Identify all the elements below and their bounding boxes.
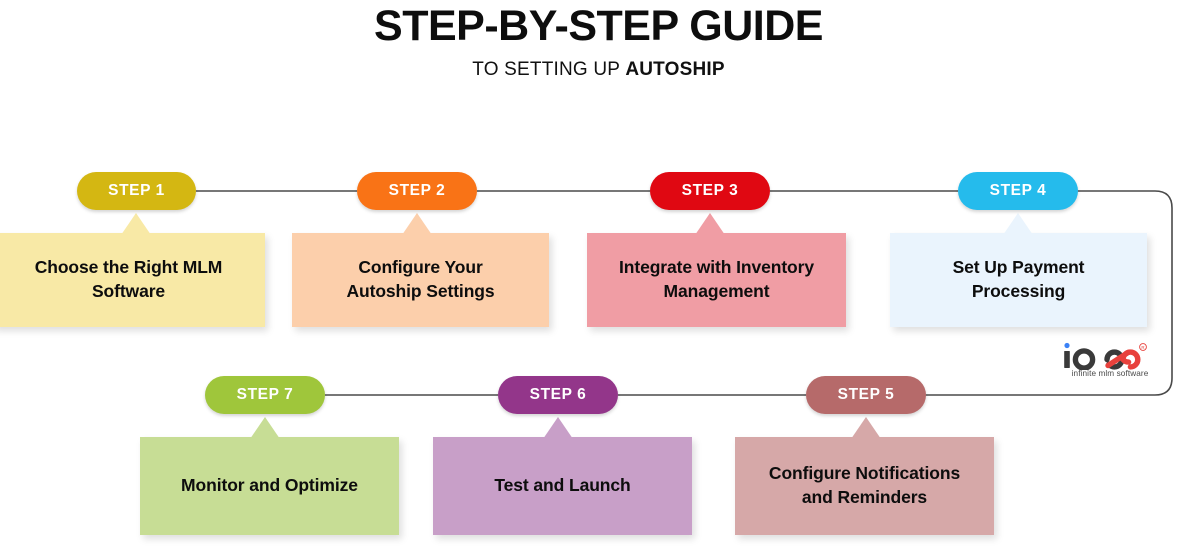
step-badge-3-label: STEP 3 [681,182,739,199]
step-badge-4-label: STEP 4 [989,182,1047,199]
step-badge-5[interactable]: STEP 5 [806,376,926,414]
step-card-5-text: Configure Notifications and Reminders [769,462,960,509]
step-badge-5-label: STEP 5 [837,386,895,403]
logo-tagline: infinite mlm software [1071,369,1149,378]
step-pointer-1 [121,213,151,235]
step-card-6[interactable]: Test and Launch [433,437,692,535]
step-card-5[interactable]: Configure Notifications and Reminders [735,437,994,535]
step-card-3-text: Integrate with Inventory Management [619,256,814,303]
step-card-1-line2: Software [91,281,166,301]
step-card-4-text: Set Up Payment Processing [953,256,1085,303]
step-pointer-6 [543,417,573,439]
step-card-6-text: Test and Launch [494,474,630,498]
step-badge-6[interactable]: STEP 6 [498,376,618,414]
step-badge-7[interactable]: STEP 7 [205,376,325,414]
step-card-4-line2: Processing [971,281,1066,301]
step-pointer-5 [851,417,881,439]
step-card-1-line1: Choose the Right MLM [34,257,223,278]
step-card-1-text: Choose the Right MLM Software [35,256,223,303]
step-card-5-line2: and Reminders [801,487,928,507]
step-card-3-line1: Integrate with Inventory [619,257,814,278]
step-pointer-7 [250,417,280,439]
step-badge-7-label: STEP 7 [236,386,294,403]
step-card-5-line1: Configure Notifications [768,463,961,484]
infinite-mlm-logo[interactable]: R infinite mlm software [1058,340,1162,384]
step-card-7-line1: Monitor and Optimize [181,475,358,496]
subtitle-plain: TO SETTING UP [472,59,626,80]
step-card-2-line1: Configure Your [358,257,483,278]
step-card-2[interactable]: Configure Your Autoship Settings [292,233,549,327]
logo-mark-icon: R [1064,342,1147,370]
step-badge-2-label: STEP 2 [388,182,446,199]
subtitle-bold: AUTOSHIP [625,59,725,80]
step-card-3-line2: Management [663,281,770,301]
step-pointer-2 [402,213,432,235]
step-card-2-text: Configure Your Autoship Settings [346,256,494,303]
step-card-1[interactable]: Choose the Right MLM Software [0,233,265,327]
step-card-7-text: Monitor and Optimize [181,474,358,498]
infographic-canvas: STEP-BY-STEP GUIDE TO SETTING UP AUTOSHI… [0,0,1197,547]
step-pointer-4 [1003,213,1033,235]
step-card-2-line2: Autoship Settings [346,281,495,301]
step-badge-3[interactable]: STEP 3 [650,172,770,210]
step-card-4[interactable]: Set Up Payment Processing [890,233,1147,327]
page-title: STEP-BY-STEP GUIDE [374,2,823,50]
step-badge-2[interactable]: STEP 2 [357,172,477,210]
step-card-7[interactable]: Monitor and Optimize [140,437,399,535]
step-card-6-line1: Test and Launch [494,475,631,496]
svg-text:R: R [1141,345,1144,350]
step-badge-1-label: STEP 1 [108,182,165,199]
step-badge-1[interactable]: STEP 1 [77,172,196,210]
page-subtitle: TO SETTING UP AUTOSHIP [0,59,1197,81]
step-badge-4[interactable]: STEP 4 [958,172,1078,210]
step-badge-6-label: STEP 6 [529,386,587,403]
step-card-4-line1: Set Up Payment [952,257,1085,278]
step-pointer-3 [695,213,725,235]
step-card-3[interactable]: Integrate with Inventory Management [587,233,846,327]
